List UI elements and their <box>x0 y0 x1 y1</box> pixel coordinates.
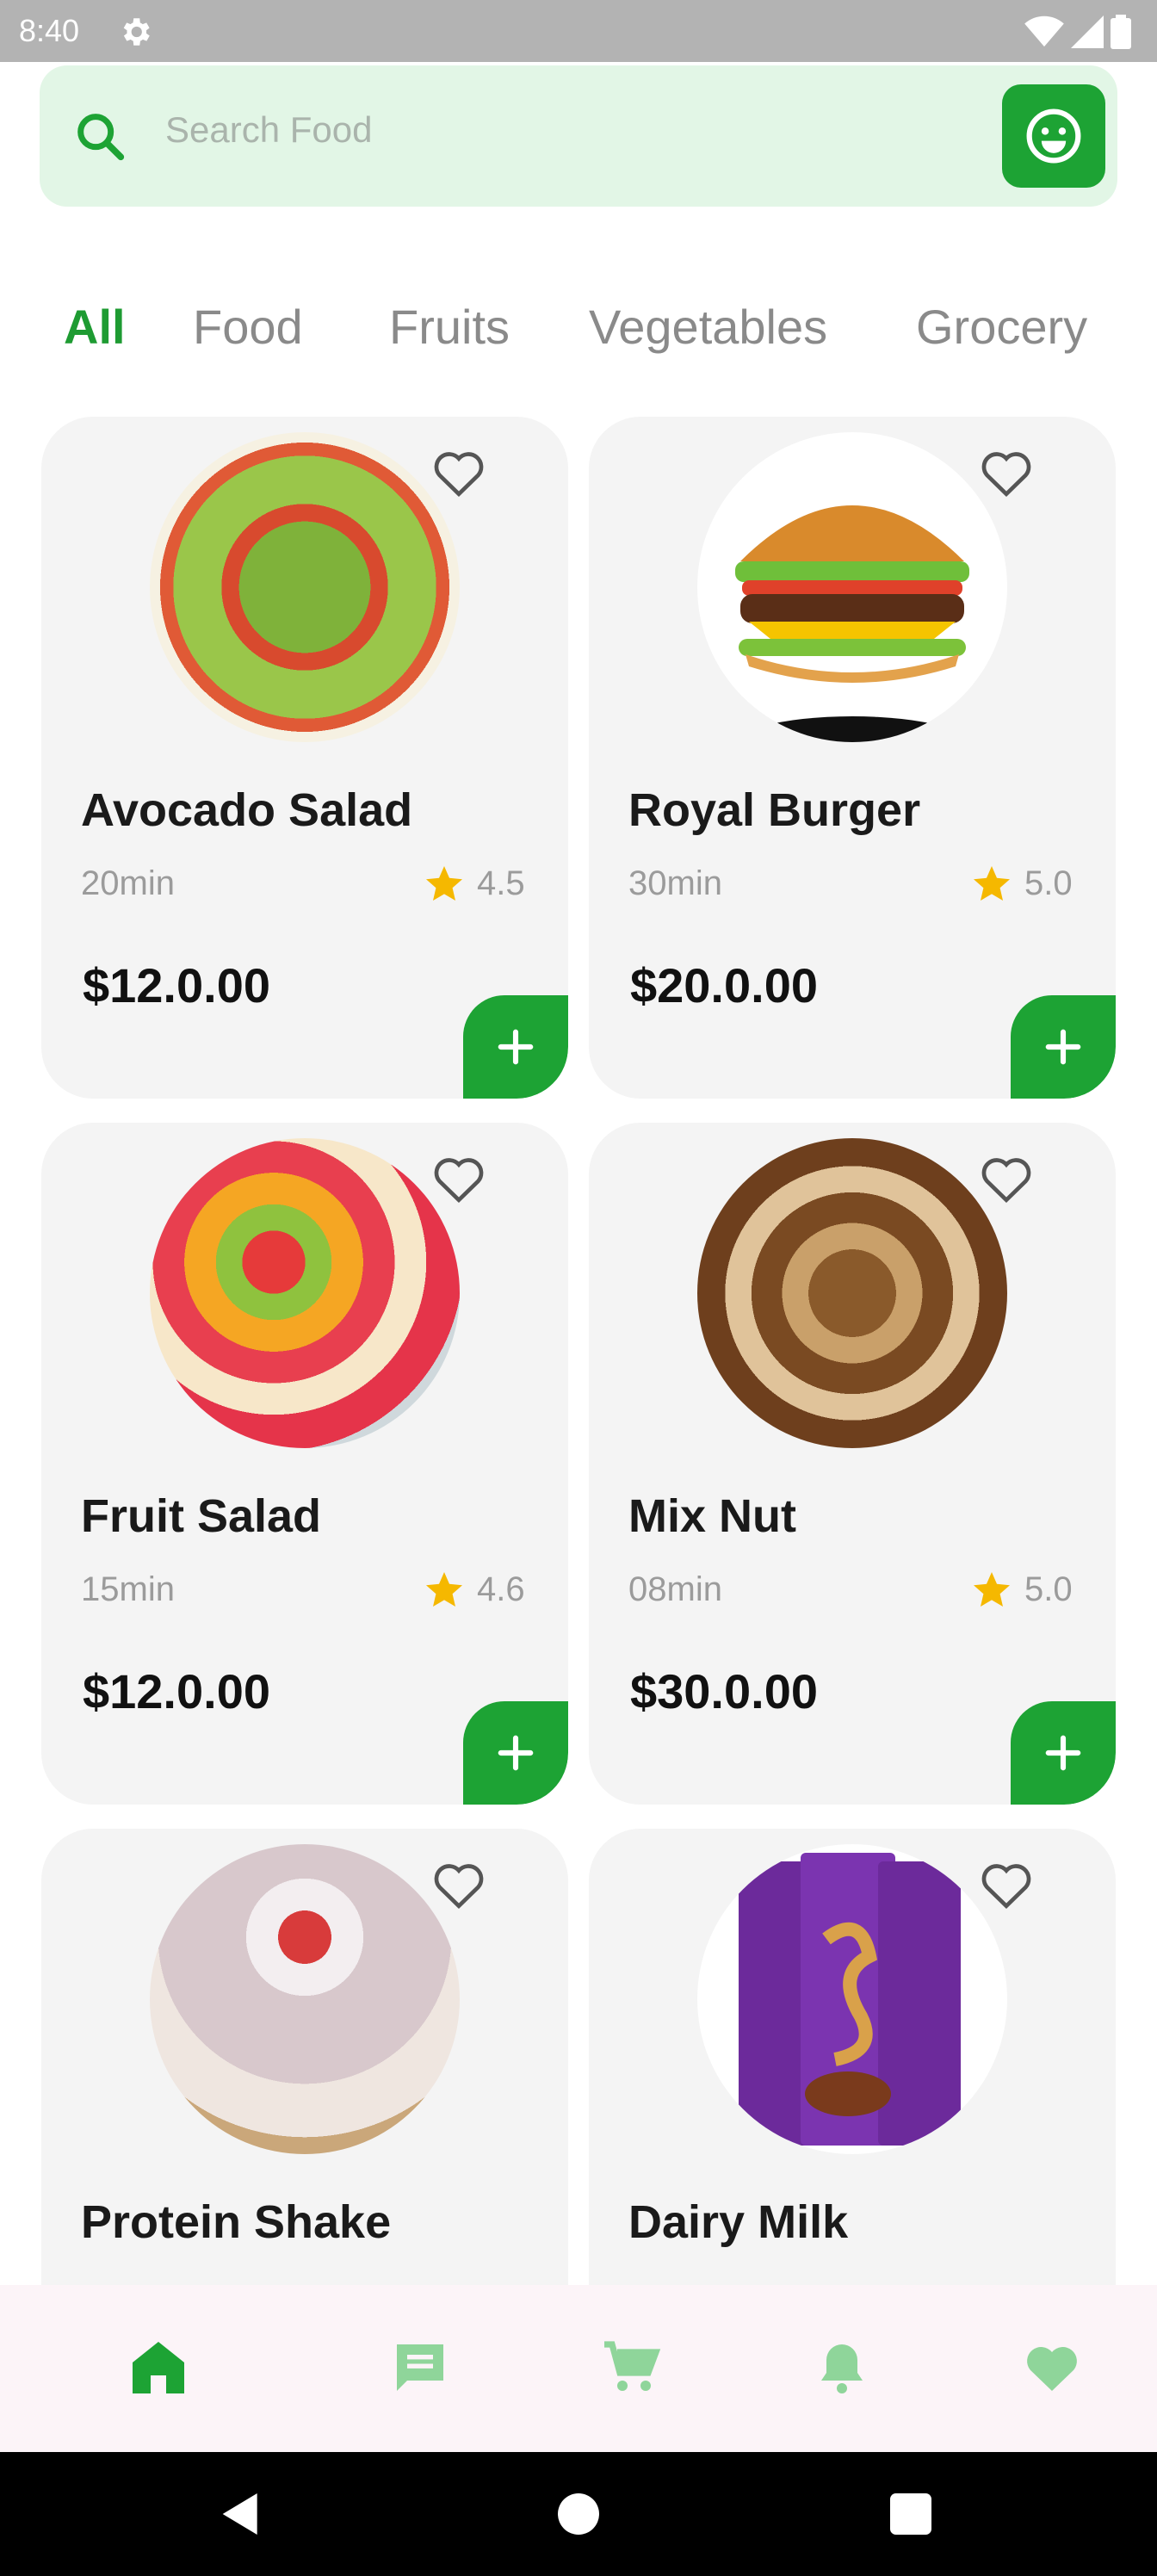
cart-icon <box>604 2341 661 2391</box>
product-price: $20.0.00 <box>630 958 818 1012</box>
chocolate-illustration <box>739 1853 961 2146</box>
product-name: Dairy Milk <box>628 2196 849 2248</box>
nav-favorites[interactable] <box>1018 2333 1086 2402</box>
burger-image <box>697 432 1007 742</box>
status-time: 8:40 <box>19 13 80 48</box>
avocado-salad-image <box>150 432 460 742</box>
profile-button[interactable] <box>1002 84 1105 188</box>
star-icon <box>974 1572 1010 1607</box>
battery-icon <box>1111 15 1131 49</box>
heart-icon <box>1027 2347 1077 2391</box>
fruit-salad-image <box>150 1138 460 1448</box>
category-tabs: All Food Fruits Vegetables Grocery <box>0 284 1157 370</box>
product-name: Avocado Salad <box>81 784 413 836</box>
burger-illustration <box>727 505 978 742</box>
product-card[interactable]: Mix Nut 08min 5.0 $30.0.00 <box>589 1123 1116 1805</box>
tab-food[interactable]: Food <box>193 284 303 370</box>
status-icons <box>1024 14 1131 50</box>
add-to-cart-button[interactable] <box>1011 1701 1116 1805</box>
mixed-nuts-image <box>697 1138 1007 1448</box>
home-icon <box>133 2342 184 2393</box>
search-icon <box>77 114 125 161</box>
chocolate-bar-image <box>697 1844 1007 2154</box>
search-bar <box>40 65 1117 207</box>
favorite-heart-icon[interactable] <box>976 1149 1036 1209</box>
signal-icon <box>1071 15 1104 48</box>
plus-icon <box>498 1029 534 1065</box>
nav-cart[interactable] <box>596 2333 665 2402</box>
back-icon[interactable] <box>213 2486 269 2542</box>
system-navigation-bar <box>0 2452 1157 2576</box>
prep-time: 08min <box>628 1570 722 1608</box>
settings-icon <box>123 18 150 46</box>
star-icon <box>426 866 462 901</box>
tab-grocery[interactable]: Grocery <box>916 284 1087 370</box>
tab-all[interactable]: All <box>64 284 126 370</box>
rating-value: 4.6 <box>477 1570 525 1608</box>
favorite-heart-icon[interactable] <box>429 443 489 503</box>
product-card[interactable]: Avocado Salad 20min 4.5 $12.0.00 <box>41 417 568 1099</box>
favorite-heart-icon[interactable] <box>976 1855 1036 1915</box>
plus-icon <box>498 1735 534 1771</box>
add-to-cart-button[interactable] <box>463 995 568 1099</box>
search-input[interactable] <box>164 102 942 158</box>
product-name: Protein Shake <box>81 2196 392 2248</box>
protein-shake-image <box>150 1844 460 2154</box>
tab-vegetables[interactable]: Vegetables <box>589 284 827 370</box>
add-to-cart-button[interactable] <box>1011 995 1116 1099</box>
favorite-heart-icon[interactable] <box>976 443 1036 503</box>
favorite-heart-icon[interactable] <box>429 1855 489 1915</box>
prep-time: 15min <box>81 1570 175 1608</box>
prep-time: 20min <box>81 864 175 902</box>
tab-fruits[interactable]: Fruits <box>389 284 510 370</box>
product-name: Fruit Salad <box>81 1490 322 1542</box>
prep-time: 30min <box>628 864 722 902</box>
favorite-heart-icon[interactable] <box>429 1149 489 1209</box>
star-icon <box>974 866 1010 901</box>
product-name: Mix Nut <box>628 1490 796 1542</box>
product-price: $30.0.00 <box>630 1664 818 1718</box>
plus-icon <box>1045 1029 1081 1065</box>
product-price: $12.0.00 <box>83 958 270 1012</box>
nav-notifications[interactable] <box>807 2333 876 2402</box>
rating-value: 5.0 <box>1024 864 1073 902</box>
recents-icon[interactable] <box>883 2486 938 2542</box>
wifi-icon <box>1024 15 1064 47</box>
star-icon <box>426 1572 462 1607</box>
home-circle-icon[interactable] <box>551 2486 606 2542</box>
bell-icon <box>821 2344 863 2393</box>
product-card[interactable]: Royal Burger 30min 5.0 $20.0.00 <box>589 417 1116 1099</box>
product-price: $12.0.00 <box>83 1664 270 1718</box>
chat-icon <box>397 2344 443 2391</box>
nav-home[interactable] <box>124 2333 193 2402</box>
nav-messages[interactable] <box>386 2333 455 2402</box>
product-card[interactable]: Fruit Salad 15min 4.6 $12.0.00 <box>41 1123 568 1805</box>
rating-value: 5.0 <box>1024 1570 1073 1608</box>
status-bar: 8:40 <box>0 0 1157 62</box>
product-name: Royal Burger <box>628 784 921 836</box>
add-to-cart-button[interactable] <box>463 1701 568 1805</box>
rating-value: 4.5 <box>477 864 525 902</box>
plus-icon <box>1045 1735 1081 1771</box>
bottom-navigation <box>0 2285 1157 2452</box>
smiley-icon <box>1026 108 1081 164</box>
